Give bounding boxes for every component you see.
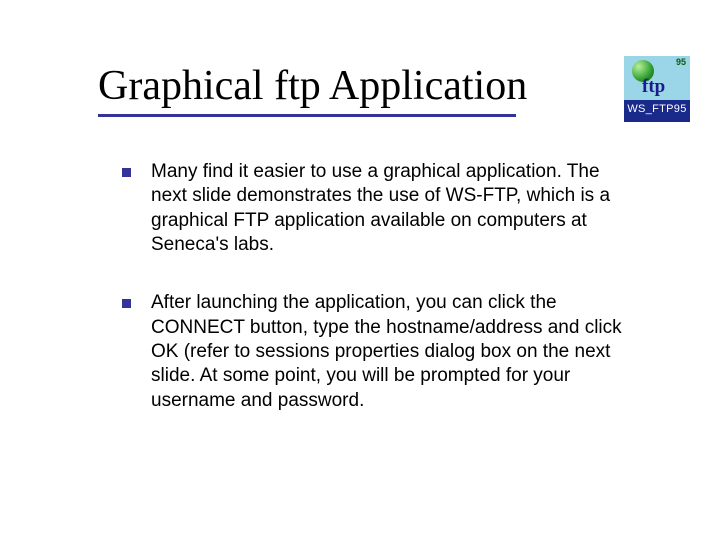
logo-script-text: ftp xyxy=(642,76,665,98)
bullet-text: After launching the application, you can… xyxy=(151,291,632,413)
logo-label: WS_FTP95 xyxy=(627,103,686,115)
title-row: Graphical ftp Application 95 ftp WS_FTP9… xyxy=(98,64,690,122)
logo-small-text: 95 xyxy=(676,57,686,67)
bullet-text: Many find it easier to use a graphical a… xyxy=(151,160,632,257)
slide: Graphical ftp Application 95 ftp WS_FTP9… xyxy=(0,0,720,540)
title-block: Graphical ftp Application xyxy=(98,64,527,117)
logo-upper-panel: 95 ftp xyxy=(624,56,690,100)
title-underline xyxy=(98,114,516,117)
wsftp-logo-icon: 95 ftp WS_FTP95 xyxy=(624,56,690,122)
bullet-icon xyxy=(122,299,131,308)
slide-body: Many find it easier to use a graphical a… xyxy=(122,160,632,447)
list-item: Many find it easier to use a graphical a… xyxy=(122,160,632,257)
bullet-icon xyxy=(122,168,131,177)
slide-title: Graphical ftp Application xyxy=(98,64,527,108)
list-item: After launching the application, you can… xyxy=(122,291,632,413)
